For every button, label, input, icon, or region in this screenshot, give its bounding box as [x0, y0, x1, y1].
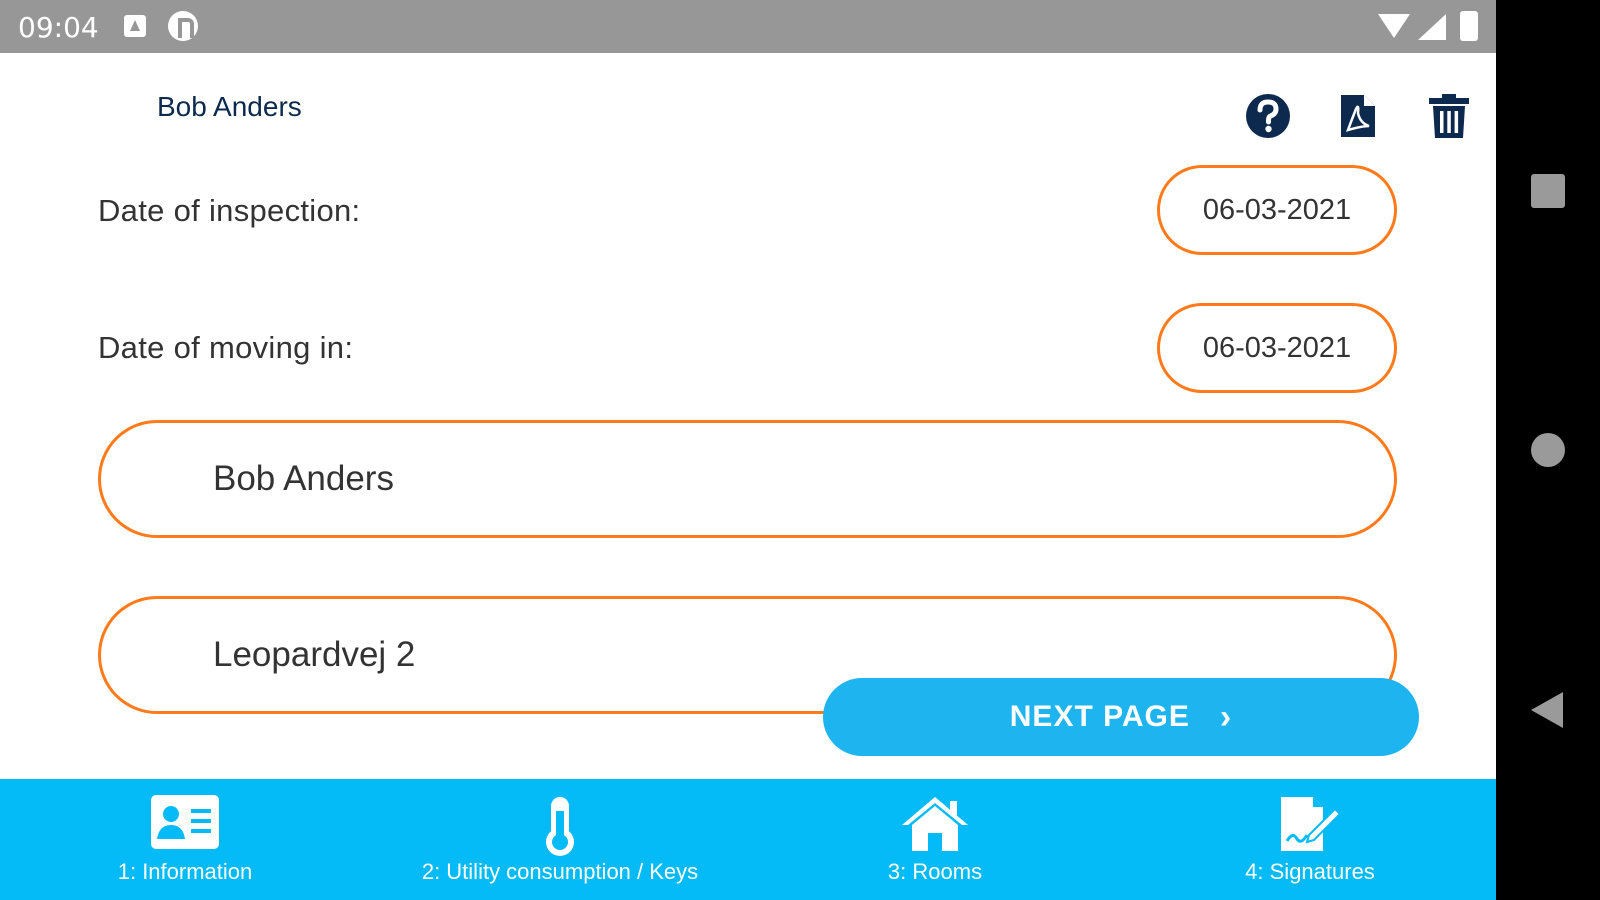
name-field[interactable]: Bob Anders	[98, 420, 1397, 538]
signature-icon	[1279, 795, 1342, 858]
next-page-button[interactable]: NEXT PAGE ›	[823, 678, 1419, 756]
app-screen: Bob Anders Date of inspection: 06-03-202…	[0, 53, 1496, 900]
recents-icon[interactable]	[1531, 174, 1565, 208]
chevron-right-icon: ›	[1219, 697, 1233, 736]
notification-a-icon	[124, 15, 146, 37]
id-card-icon	[151, 795, 219, 854]
house-icon	[900, 795, 970, 858]
signal-icon	[1418, 14, 1446, 40]
next-page-label: NEXT PAGE	[1009, 700, 1190, 733]
page-title: Bob Anders	[157, 91, 302, 122]
bottom-tab-bar: 1: Information 2: Utility consumption / …	[0, 779, 1496, 900]
battery-icon	[1460, 11, 1478, 41]
status-bar: 09:04	[0, 0, 1496, 53]
moving-date-field[interactable]: 06-03-2021	[1157, 303, 1397, 393]
thermometer-icon	[542, 795, 578, 862]
back-icon[interactable]	[1531, 692, 1563, 728]
status-time: 09:04	[18, 11, 99, 44]
notification-p-icon	[168, 11, 198, 41]
inspection-date-field[interactable]: 06-03-2021	[1157, 165, 1397, 255]
tab-label: 2: Utility consumption / Keys	[421, 859, 699, 884]
tab-signatures[interactable]: 4: Signatures	[1200, 779, 1420, 900]
tab-label: 3: Rooms	[887, 859, 983, 884]
wifi-icon	[1378, 14, 1410, 38]
inspection-date-label: Date of inspection:	[98, 193, 361, 228]
moving-date-label: Date of moving in:	[98, 330, 354, 365]
home-icon[interactable]	[1531, 433, 1565, 467]
help-icon[interactable]	[1245, 93, 1291, 139]
tab-label: 1: Information	[117, 859, 253, 884]
tab-rooms[interactable]: 3: Rooms	[850, 779, 1020, 900]
system-nav-bar	[1496, 0, 1600, 900]
pdf-icon[interactable]	[1338, 93, 1384, 139]
tab-utility[interactable]: 2: Utility consumption / Keys	[400, 779, 720, 900]
tab-information[interactable]: 1: Information	[85, 779, 285, 900]
trash-icon[interactable]	[1428, 93, 1474, 139]
tab-label: 4: Signatures	[1245, 859, 1375, 884]
